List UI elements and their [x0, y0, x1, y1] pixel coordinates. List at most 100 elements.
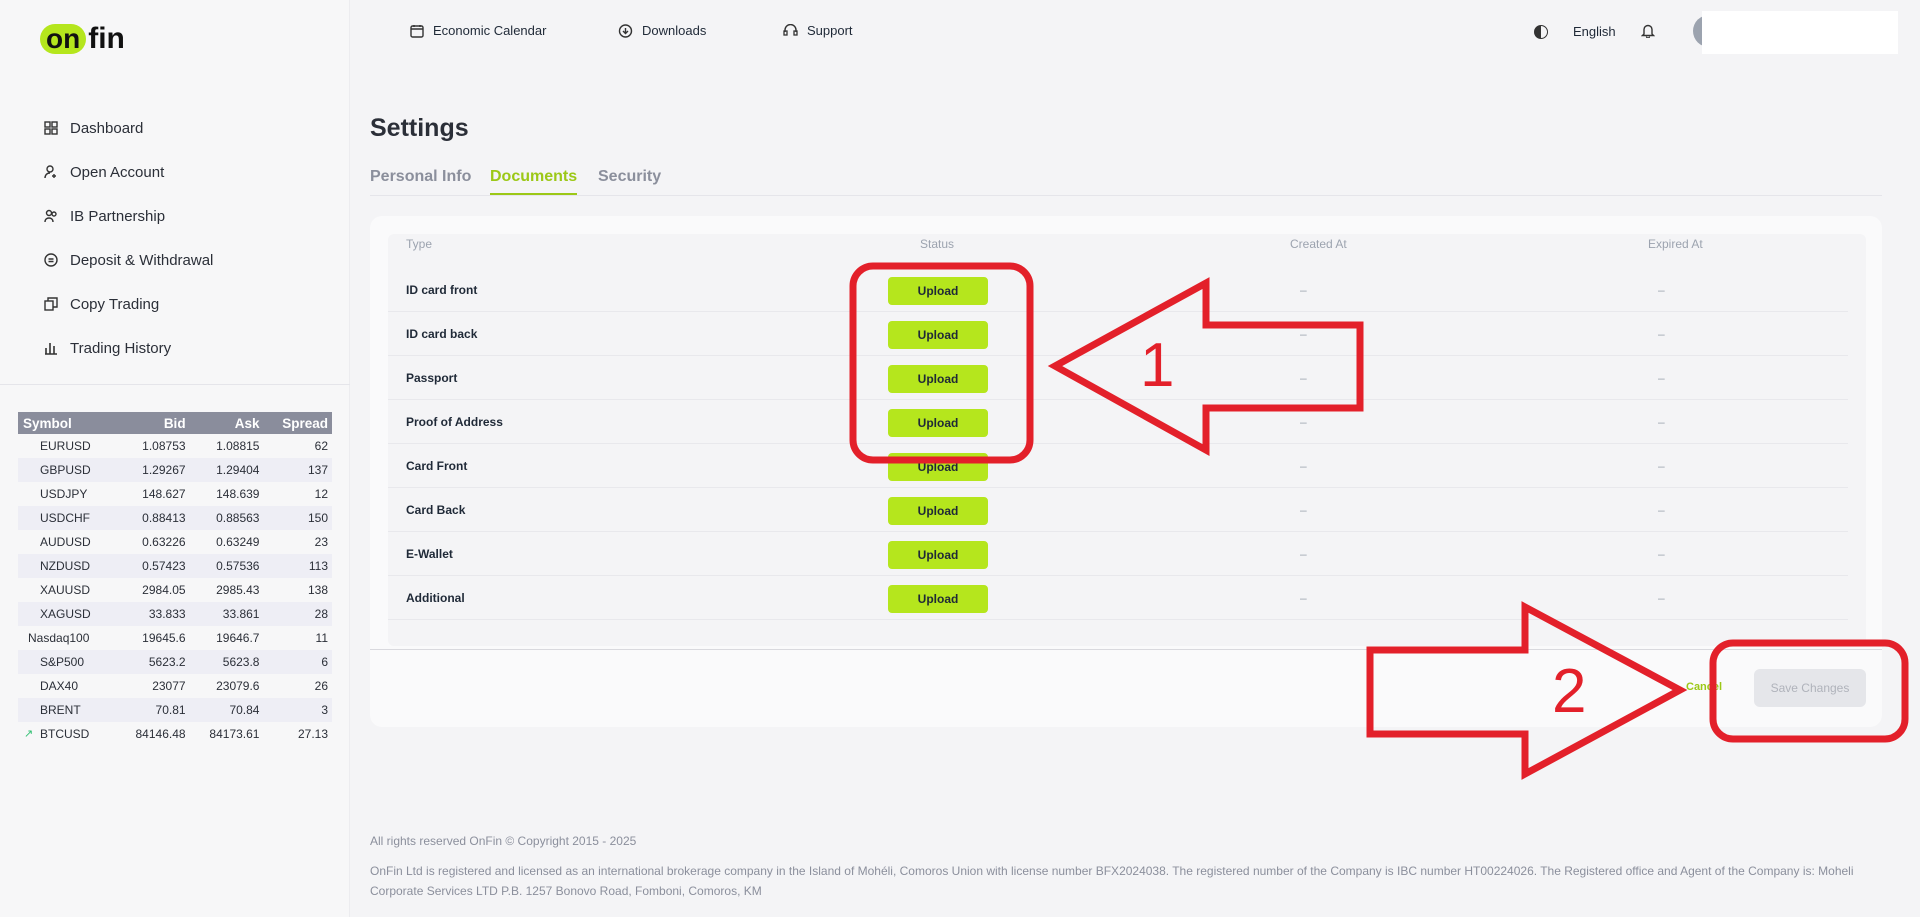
- settings-tabs: Personal Info Documents Security: [370, 168, 1882, 196]
- document-type: ID card back: [406, 327, 478, 341]
- quote-symbol: NZDUSD: [18, 554, 116, 578]
- quote-row: S&P500 5623.2 5623.8 6: [18, 650, 332, 674]
- created-at-value: –: [1300, 371, 1307, 385]
- quote-spread: 138: [307, 583, 328, 597]
- quote-ask: 0.63249: [216, 535, 260, 549]
- sidebar-item-dashboard[interactable]: Dashboard: [44, 106, 213, 150]
- copy-icon: [44, 297, 58, 311]
- cancel-button[interactable]: Cancel: [1686, 681, 1722, 693]
- expired-at-value: –: [1658, 547, 1665, 561]
- upload-button[interactable]: Upload: [888, 409, 988, 437]
- sidebar-item-label: Open Account: [70, 163, 165, 181]
- quote-symbol: S&P500: [18, 650, 116, 674]
- quote-spread: 27.13: [297, 727, 328, 741]
- quotes-header-symbol: Symbol: [18, 412, 116, 434]
- headset-icon: [783, 23, 798, 36]
- quote-bid: 148.627: [142, 487, 186, 501]
- quotes-header-row: Symbol Bid Ask Spread: [18, 412, 332, 434]
- expired-at-value: –: [1658, 459, 1665, 473]
- card-separator: [370, 649, 1882, 650]
- quote-bid: 33.833: [115, 602, 190, 626]
- quote-ask: 148.639: [216, 487, 260, 501]
- quote-row: Nasdaq100 19645.6 19646.7 11: [18, 626, 332, 650]
- documents-table: Type Status Created At Expired At ID car…: [388, 234, 1866, 646]
- downloads-link[interactable]: Downloads: [618, 23, 706, 38]
- sidebar-item-ib-partnership[interactable]: IB Partnership: [44, 194, 213, 238]
- quote-ask: 1.29404: [189, 458, 264, 482]
- document-type: ID card front: [406, 283, 478, 297]
- quote-row: ↗ BTCUSD 84146.48 84173.61 27.13: [18, 722, 332, 746]
- upload-button[interactable]: Upload: [888, 365, 988, 393]
- quote-bid: 1.08753: [142, 439, 186, 453]
- quote-row: BRENT 70.81 70.84 3: [18, 698, 332, 722]
- quote-symbol: AUDUSD: [40, 535, 91, 549]
- economic-calendar-link[interactable]: Economic Calendar: [410, 23, 546, 38]
- sidebar-item-trading-history[interactable]: Trading History: [44, 326, 213, 370]
- quote-bid: 0.88413: [115, 506, 190, 530]
- quotes-header-bid: Bid: [115, 412, 190, 434]
- quote-bid: 5623.2: [115, 650, 190, 674]
- quote-symbol: XAUUSD: [40, 583, 91, 597]
- tab-security[interactable]: Security: [598, 168, 661, 193]
- language-selector[interactable]: English: [1573, 24, 1616, 39]
- upload-button[interactable]: Upload: [888, 321, 988, 349]
- document-type: Passport: [406, 371, 458, 385]
- document-type: Card Back: [406, 503, 466, 517]
- table-row: E-Wallet Upload – –: [388, 532, 1848, 576]
- quote-symbol: XAGUSD: [18, 602, 116, 626]
- quote-bid: 1.29267: [115, 458, 190, 482]
- quote-bid: 2984.05: [142, 583, 186, 597]
- quote-row: DAX40 23077 23079.6 26: [18, 674, 332, 698]
- header-status: Status: [920, 237, 955, 251]
- expired-at-value: –: [1658, 591, 1665, 605]
- upload-button[interactable]: Upload: [888, 453, 988, 481]
- quote-bid: 19645.6: [142, 631, 186, 645]
- tab-documents[interactable]: Documents: [490, 168, 578, 195]
- onfin-logo[interactable]: on fin: [40, 22, 125, 56]
- calendar-icon: [410, 24, 424, 38]
- created-at-value: –: [1300, 283, 1307, 297]
- user-info-box[interactable]: [1702, 11, 1898, 54]
- table-row: ID card back Upload – –: [388, 312, 1848, 356]
- table-row: Additional Upload – –: [388, 576, 1848, 620]
- cloud-download-icon: [618, 23, 633, 38]
- save-changes-button[interactable]: Save Changes: [1754, 669, 1866, 707]
- upload-button[interactable]: Upload: [888, 585, 988, 613]
- quote-spread: 28: [263, 602, 332, 626]
- documents-table-header: Type Status Created At Expired At: [388, 234, 1866, 254]
- sidebar-item-label: Copy Trading: [70, 295, 160, 313]
- quote-spread: 26: [314, 679, 328, 693]
- sidebar-item-deposit-withdrawal[interactable]: Deposit & Withdrawal: [44, 238, 213, 282]
- quote-spread: 11: [315, 631, 328, 645]
- tab-personal-info[interactable]: Personal Info: [370, 168, 471, 193]
- quote-spread: 113: [263, 554, 332, 578]
- quote-row: AUDUSD 0.63226 0.63249 23: [18, 530, 332, 554]
- quote-ask: 23079.6: [216, 679, 260, 693]
- quote-ask: 19646.7: [216, 631, 260, 645]
- footer-legal-text: OnFin Ltd is registered and licensed as …: [370, 864, 1854, 898]
- bell-icon[interactable]: [1640, 23, 1656, 42]
- header-type: Type: [406, 237, 433, 251]
- quote-row: NZDUSD 0.57423 0.57536 113: [18, 554, 332, 578]
- quote-spread: 137: [263, 458, 332, 482]
- quote-spread: 6: [263, 650, 332, 674]
- upload-button[interactable]: Upload: [888, 277, 988, 305]
- quote-row: USDJPY 148.627 148.639 12: [18, 482, 332, 506]
- table-row: Card Front Upload – –: [388, 444, 1848, 488]
- sidebar-divider: [0, 384, 350, 385]
- quotes-table: Symbol Bid Ask Spread EURUSD 1.08753 1.088…: [18, 412, 332, 746]
- quotes-header-ask: Ask: [189, 412, 264, 434]
- sidebar-item-label: Dashboard: [70, 119, 144, 137]
- theme-toggle-icon[interactable]: [1534, 25, 1548, 39]
- quote-symbol: USDJPY: [40, 487, 88, 501]
- created-at-value: –: [1300, 591, 1307, 605]
- upload-button[interactable]: Upload: [888, 541, 988, 569]
- support-link[interactable]: Support: [783, 23, 853, 38]
- quote-symbol: DAX40: [40, 679, 79, 693]
- quote-ask: 70.84: [189, 698, 264, 722]
- upload-button[interactable]: Upload: [888, 497, 988, 525]
- sidebar-item-open-account[interactable]: Open Account: [44, 150, 213, 194]
- quote-bid: 0.57423: [115, 554, 190, 578]
- sidebar-item-copy-trading[interactable]: Copy Trading: [44, 282, 213, 326]
- header-expired-at: Expired At: [1648, 237, 1703, 251]
